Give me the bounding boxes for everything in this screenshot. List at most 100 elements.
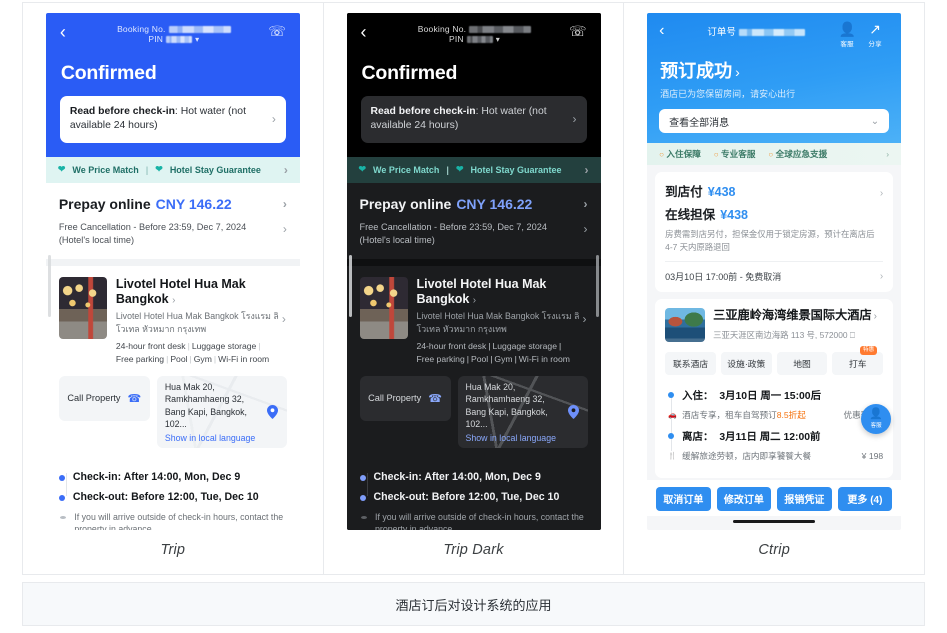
read-before-checkin-card[interactable]: Read before check-in: Hot water (not ava… <box>360 96 587 143</box>
share-icon-button[interactable]: ↗ 分享 <box>861 22 889 48</box>
booking-no-redacted <box>469 26 532 34</box>
prepay-row[interactable]: Prepay online CNY 146.22 › <box>347 183 601 221</box>
guarantee-bar[interactable]: ❤ We Price Match | ❤ Hotel Stay Guarante… <box>346 156 601 183</box>
hotel-name: 三亚鹿岭海湾维景国际大酒店 › <box>713 308 883 324</box>
chip-taxi[interactable]: 特惠 打车 <box>832 346 884 376</box>
home-indicator <box>733 519 816 523</box>
modify-order-button[interactable]: 修改订单 <box>716 486 772 511</box>
hotel-card[interactable]: Livotel Hotel Hua Mak Bangkok › Livotel … <box>347 266 601 366</box>
hotel-address: Hua Mak 20, Ramkhamhaeng 32, Bang Kapi, … <box>164 381 247 430</box>
bullet-icon <box>361 515 367 519</box>
promo-price: ¥ 198 <box>861 451 884 462</box>
hotel-row[interactable]: 三亚鹿岭海湾维景国际大酒店 › 三亚天涯区南边海路 113 号, 572000 ⎕ <box>665 308 883 343</box>
checkout-promo-row[interactable]: 🍴 缓解旅途劳顿，店内即享饕餮大餐 ¥ 198 <box>668 450 883 462</box>
amenity-4: Pool <box>470 354 489 365</box>
payment-card: 到店付 ¥438 › 在线担保 ¥438 房费需到店另付，担保金仅用于锁定房源，… <box>655 172 894 293</box>
scrollbar[interactable] <box>595 255 599 317</box>
chevron-down-icon: ▾ <box>495 35 500 44</box>
divider: | <box>559 341 562 352</box>
back-icon[interactable]: ‹ <box>361 23 383 41</box>
show-local-language-link[interactable]: Show in local language <box>165 433 261 443</box>
pin-label: PIN <box>449 34 464 44</box>
guarantee-label-2: 专业客服 <box>721 149 756 159</box>
show-local-language-link[interactable]: Show in local language <box>466 433 562 443</box>
back-icon[interactable]: ‹ <box>60 23 82 41</box>
pin-line[interactable]: PIN ▾ <box>82 34 266 44</box>
checkin-value: 3月10日 周一 15:00后 <box>719 391 821 403</box>
amenity-4: Pool <box>170 354 188 365</box>
pay-at-hotel-row[interactable]: 到店付 ¥438 › <box>665 181 883 200</box>
customer-service-icon-button[interactable]: 👤 客服 <box>833 22 861 48</box>
call-property-button[interactable]: Call Property ☎ <box>58 375 150 421</box>
column-caption-trip: Trip <box>160 542 186 558</box>
read-before-checkin-card[interactable]: Read before check-in: Hot water (not ava… <box>59 96 286 143</box>
messages-bar[interactable]: 查看全部消息 ⌄ <box>659 109 890 133</box>
amenities: 24-hour front desk | Luggage storage | Free… <box>417 340 588 367</box>
invoice-button[interactable]: 报销凭证 <box>777 486 832 511</box>
headset-icon[interactable]: ☏ <box>567 23 587 40</box>
hotel-card[interactable]: Livotel Hotel Hua Mak Bangkok › Livotel … <box>46 266 300 366</box>
timeline-dot <box>359 474 366 481</box>
stay-guarantee-label: Hotel Stay Guarantee <box>169 164 261 175</box>
checkout-value: 3月11日 周二 12:00前 <box>719 432 821 444</box>
guarantee-label-1: 入住保障 <box>666 149 701 159</box>
scrollbar-left[interactable] <box>348 255 352 317</box>
cancellation-row[interactable]: Free Cancellation - Before 23:59, Dec 7,… <box>347 221 601 260</box>
more-button[interactable]: 更多 (4) <box>837 486 893 511</box>
checkout-promo: 缓解旅途劳顿，店内即享饕餮大餐 <box>682 451 812 462</box>
fork-knife-icon: 🍴 <box>668 453 677 461</box>
headset-icon[interactable]: ☏ <box>266 23 286 40</box>
column-caption-trip-dark: Trip Dark <box>443 542 504 558</box>
figure-caption: 酒店订后对设计系统的应用 <box>22 582 925 626</box>
chip-label: 设施·政策 <box>727 359 766 370</box>
prepay-amount: CNY 146.22 <box>456 195 533 212</box>
chip-map[interactable]: 地图 <box>776 352 828 376</box>
price-match-label: We Price Match <box>373 164 440 175</box>
cancellation-row[interactable]: Free Cancellation - Before 23:59, Dec 7,… <box>46 221 300 260</box>
check-ring-icon: ○ <box>659 150 665 159</box>
map-card[interactable]: Hua Mak 20, Ramkhamhaeng 32, Bang Kapi, … <box>156 375 287 448</box>
pay-label: 到店付 <box>665 185 703 199</box>
chevron-right-icon: › <box>584 162 589 177</box>
customer-service-icon: 👤 <box>838 21 856 37</box>
guarantee-bar[interactable]: ○ 入住保障 ○ 专业客服 ○ 全球应急支援 › <box>647 143 902 165</box>
ctrip-navbar: ‹ 订单号 👤 客服 ↗ 分享 <box>659 22 889 48</box>
booking-status-title[interactable]: 预订成功 › <box>660 57 889 83</box>
guarantee-amount-label: 在线担保 <box>665 208 716 222</box>
cancel-order-button[interactable]: 取消订单 <box>656 486 711 511</box>
chevron-right-icon: › <box>886 149 890 159</box>
share-label: 分享 <box>868 41 882 48</box>
pin-redacted <box>466 36 493 44</box>
checkin-text: Check-in: After 14:00, Mon, Dec 9 <box>373 470 541 483</box>
phone-icon: ☎ <box>428 392 442 405</box>
copy-icon[interactable]: ⎕ <box>850 330 855 340</box>
column-trip-dark: ‹ Booking No. PIN ▾ ☏ Confirmed Read bef… <box>324 3 625 574</box>
column-trip: ‹ Booking No. PIN ▾ ☏ Confirmed Read bef… <box>23 3 324 574</box>
map-card[interactable]: Hua Mak 20, Ramkhamhaeng 32, Bang Kapi, … <box>457 375 588 448</box>
guarantee-bar[interactable]: ❤ We Price Match | ❤ Hotel Stay Guarante… <box>45 156 300 183</box>
pin-line[interactable]: PIN ▾ <box>383 34 567 44</box>
hotel-address: 三亚天涯区南边海路 113 号, 572000 ⎕ <box>713 329 883 341</box>
chip-contact-hotel[interactable]: 联系酒店 <box>665 352 716 376</box>
divider <box>665 261 884 263</box>
scrollbar[interactable] <box>47 255 51 317</box>
column-caption-ctrip: Ctrip <box>758 542 790 558</box>
call-property-button[interactable]: Call Property ☎ <box>359 375 451 421</box>
divider: | <box>446 164 449 175</box>
checkin-promo-row[interactable]: 🚗 酒店专享，租车自驾预订8.5折起 优惠预订 › <box>668 409 883 421</box>
checkin-label: 入住： <box>682 391 714 403</box>
arrival-note-row: If you will arrive outside of check-in h… <box>360 511 588 530</box>
back-icon[interactable]: ‹ <box>659 22 679 40</box>
checkin-text: Check-in: After 14:00, Mon, Dec 9 <box>72 470 241 483</box>
timeline-dot <box>58 474 65 481</box>
cancellation-row[interactable]: 03月10日 17:00前 - 免费取消 › <box>665 270 883 283</box>
chip-facilities-policy[interactable]: 设施·政策 <box>720 352 772 376</box>
checkout-row: 离店： 3月11日 周二 12:00前 <box>668 428 883 443</box>
online-guarantee-row: 在线担保 ¥438 <box>665 204 883 223</box>
customer-service-fab[interactable]: 👤 客服 <box>861 403 892 434</box>
trip-body: Prepay online CNY 146.22 › Free Cancella… <box>45 182 300 530</box>
hotel-top: Livotel Hotel Hua Mak Bangkok › Livotel … <box>359 277 588 367</box>
prepay-row[interactable]: Prepay online CNY 146.22 › <box>46 183 300 221</box>
booking-no-label: Booking No. <box>417 24 467 34</box>
pin-redacted <box>166 36 193 44</box>
